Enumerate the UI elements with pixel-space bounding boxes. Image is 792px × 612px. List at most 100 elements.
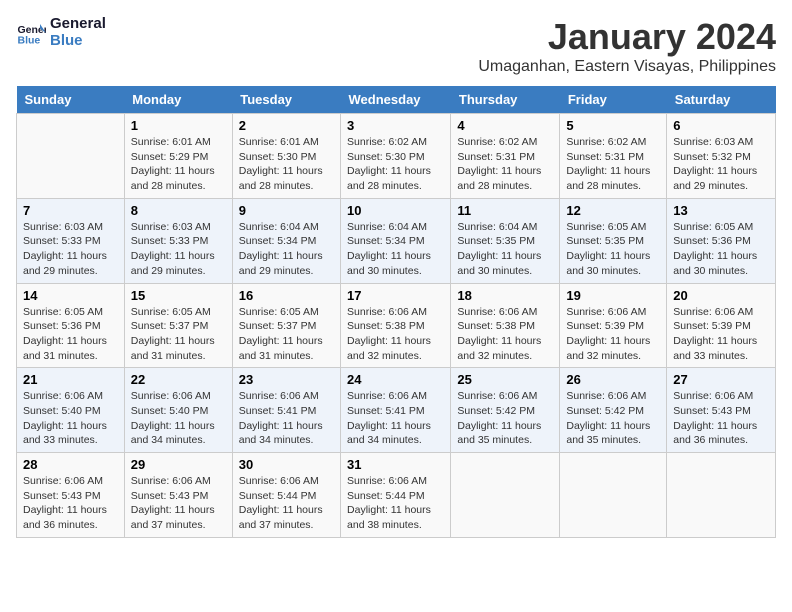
day-number: 1: [131, 118, 226, 133]
sunrise-label: Sunrise: 6:03 AM: [23, 221, 103, 233]
day-info: Sunrise: 6:03 AM Sunset: 5:33 PM Dayligh…: [23, 220, 118, 279]
sunset-label: Sunset: 5:40 PM: [23, 405, 101, 417]
logo-line1: General: [50, 16, 106, 33]
sunset-label: Sunset: 5:38 PM: [347, 320, 425, 332]
sunrise-label: Sunrise: 6:06 AM: [23, 475, 103, 487]
day-number: 17: [347, 288, 444, 303]
sunrise-label: Sunrise: 6:02 AM: [457, 136, 537, 148]
sunset-label: Sunset: 5:29 PM: [131, 151, 209, 163]
day-info: Sunrise: 6:01 AM Sunset: 5:30 PM Dayligh…: [239, 135, 334, 194]
daylight-label: Daylight: 11 hours and 35 minutes.: [566, 420, 650, 447]
sunrise-label: Sunrise: 6:06 AM: [347, 390, 427, 402]
calendar-cell: [667, 453, 776, 538]
calendar-cell: 21 Sunrise: 6:06 AM Sunset: 5:40 PM Dayl…: [17, 368, 125, 453]
day-info: Sunrise: 6:03 AM Sunset: 5:32 PM Dayligh…: [673, 135, 769, 194]
sunrise-label: Sunrise: 6:01 AM: [239, 136, 319, 148]
daylight-label: Daylight: 11 hours and 31 minutes.: [23, 335, 107, 362]
daylight-label: Daylight: 11 hours and 29 minutes.: [673, 165, 757, 192]
calendar-cell: 13 Sunrise: 6:05 AM Sunset: 5:36 PM Dayl…: [667, 198, 776, 283]
sunrise-label: Sunrise: 6:06 AM: [673, 390, 753, 402]
sunrise-label: Sunrise: 6:06 AM: [566, 306, 646, 318]
day-number: 20: [673, 288, 769, 303]
calendar-cell: 23 Sunrise: 6:06 AM Sunset: 5:41 PM Dayl…: [232, 368, 340, 453]
month-title: January 2024: [478, 16, 776, 58]
calendar-body: 1 Sunrise: 6:01 AM Sunset: 5:29 PM Dayli…: [17, 114, 776, 538]
daylight-label: Daylight: 11 hours and 29 minutes.: [23, 250, 107, 277]
calendar-cell: 12 Sunrise: 6:05 AM Sunset: 5:35 PM Dayl…: [560, 198, 667, 283]
daylight-label: Daylight: 11 hours and 28 minutes.: [566, 165, 650, 192]
day-info: Sunrise: 6:06 AM Sunset: 5:41 PM Dayligh…: [347, 389, 444, 448]
sunset-label: Sunset: 5:33 PM: [131, 235, 209, 247]
calendar-cell: 28 Sunrise: 6:06 AM Sunset: 5:43 PM Dayl…: [17, 453, 125, 538]
daylight-label: Daylight: 11 hours and 33 minutes.: [673, 335, 757, 362]
daylight-label: Daylight: 11 hours and 34 minutes.: [239, 420, 323, 447]
calendar-cell: 26 Sunrise: 6:06 AM Sunset: 5:42 PM Dayl…: [560, 368, 667, 453]
day-number: 3: [347, 118, 444, 133]
sunset-label: Sunset: 5:30 PM: [239, 151, 317, 163]
sunset-label: Sunset: 5:39 PM: [673, 320, 751, 332]
day-number: 6: [673, 118, 769, 133]
sunrise-label: Sunrise: 6:06 AM: [23, 390, 103, 402]
sunset-label: Sunset: 5:30 PM: [347, 151, 425, 163]
calendar-cell: 10 Sunrise: 6:04 AM Sunset: 5:34 PM Dayl…: [341, 198, 451, 283]
day-info: Sunrise: 6:06 AM Sunset: 5:44 PM Dayligh…: [347, 474, 444, 533]
sunset-label: Sunset: 5:36 PM: [673, 235, 751, 247]
calendar-cell: 18 Sunrise: 6:06 AM Sunset: 5:38 PM Dayl…: [451, 283, 560, 368]
logo: General Blue General Blue: [16, 16, 106, 49]
sunrise-label: Sunrise: 6:04 AM: [457, 221, 537, 233]
daylight-label: Daylight: 11 hours and 28 minutes.: [457, 165, 541, 192]
daylight-label: Daylight: 11 hours and 29 minutes.: [131, 250, 215, 277]
day-info: Sunrise: 6:06 AM Sunset: 5:44 PM Dayligh…: [239, 474, 334, 533]
sunrise-label: Sunrise: 6:04 AM: [239, 221, 319, 233]
logo-line2: Blue: [50, 33, 106, 50]
day-number: 5: [566, 118, 660, 133]
day-info: Sunrise: 6:04 AM Sunset: 5:35 PM Dayligh…: [457, 220, 553, 279]
sunset-label: Sunset: 5:32 PM: [673, 151, 751, 163]
day-number: 19: [566, 288, 660, 303]
day-info: Sunrise: 6:05 AM Sunset: 5:35 PM Dayligh…: [566, 220, 660, 279]
weekday-header-monday: Monday: [124, 86, 232, 114]
day-info: Sunrise: 6:04 AM Sunset: 5:34 PM Dayligh…: [347, 220, 444, 279]
day-info: Sunrise: 6:03 AM Sunset: 5:33 PM Dayligh…: [131, 220, 226, 279]
sunset-label: Sunset: 5:40 PM: [131, 405, 209, 417]
sunset-label: Sunset: 5:37 PM: [131, 320, 209, 332]
sunrise-label: Sunrise: 6:05 AM: [673, 221, 753, 233]
day-info: Sunrise: 6:06 AM Sunset: 5:38 PM Dayligh…: [347, 305, 444, 364]
day-number: 26: [566, 372, 660, 387]
daylight-label: Daylight: 11 hours and 35 minutes.: [457, 420, 541, 447]
daylight-label: Daylight: 11 hours and 28 minutes.: [131, 165, 215, 192]
sunrise-label: Sunrise: 6:05 AM: [239, 306, 319, 318]
sunrise-label: Sunrise: 6:06 AM: [239, 390, 319, 402]
calendar-cell: 8 Sunrise: 6:03 AM Sunset: 5:33 PM Dayli…: [124, 198, 232, 283]
calendar-cell: 6 Sunrise: 6:03 AM Sunset: 5:32 PM Dayli…: [667, 114, 776, 199]
day-number: 10: [347, 203, 444, 218]
calendar-week-row: 14 Sunrise: 6:05 AM Sunset: 5:36 PM Dayl…: [17, 283, 776, 368]
day-info: Sunrise: 6:06 AM Sunset: 5:38 PM Dayligh…: [457, 305, 553, 364]
daylight-label: Daylight: 11 hours and 32 minutes.: [457, 335, 541, 362]
svg-text:Blue: Blue: [18, 34, 41, 46]
daylight-label: Daylight: 11 hours and 30 minutes.: [673, 250, 757, 277]
sunrise-label: Sunrise: 6:01 AM: [131, 136, 211, 148]
day-number: 16: [239, 288, 334, 303]
sunset-label: Sunset: 5:41 PM: [347, 405, 425, 417]
sunrise-label: Sunrise: 6:06 AM: [457, 306, 537, 318]
sunrise-label: Sunrise: 6:05 AM: [23, 306, 103, 318]
sunrise-label: Sunrise: 6:06 AM: [239, 475, 319, 487]
day-number: 21: [23, 372, 118, 387]
sunrise-label: Sunrise: 6:02 AM: [566, 136, 646, 148]
day-info: Sunrise: 6:06 AM Sunset: 5:39 PM Dayligh…: [566, 305, 660, 364]
calendar-cell: 9 Sunrise: 6:04 AM Sunset: 5:34 PM Dayli…: [232, 198, 340, 283]
daylight-label: Daylight: 11 hours and 33 minutes.: [23, 420, 107, 447]
daylight-label: Daylight: 11 hours and 28 minutes.: [239, 165, 323, 192]
sunrise-label: Sunrise: 6:05 AM: [131, 306, 211, 318]
sunset-label: Sunset: 5:37 PM: [239, 320, 317, 332]
sunset-label: Sunset: 5:34 PM: [347, 235, 425, 247]
day-number: 22: [131, 372, 226, 387]
day-info: Sunrise: 6:06 AM Sunset: 5:40 PM Dayligh…: [23, 389, 118, 448]
day-number: 2: [239, 118, 334, 133]
calendar-cell: 7 Sunrise: 6:03 AM Sunset: 5:33 PM Dayli…: [17, 198, 125, 283]
calendar-cell: 19 Sunrise: 6:06 AM Sunset: 5:39 PM Dayl…: [560, 283, 667, 368]
day-number: 11: [457, 203, 553, 218]
location-title: Umaganhan, Eastern Visayas, Philippines: [478, 58, 776, 76]
calendar-cell: [560, 453, 667, 538]
